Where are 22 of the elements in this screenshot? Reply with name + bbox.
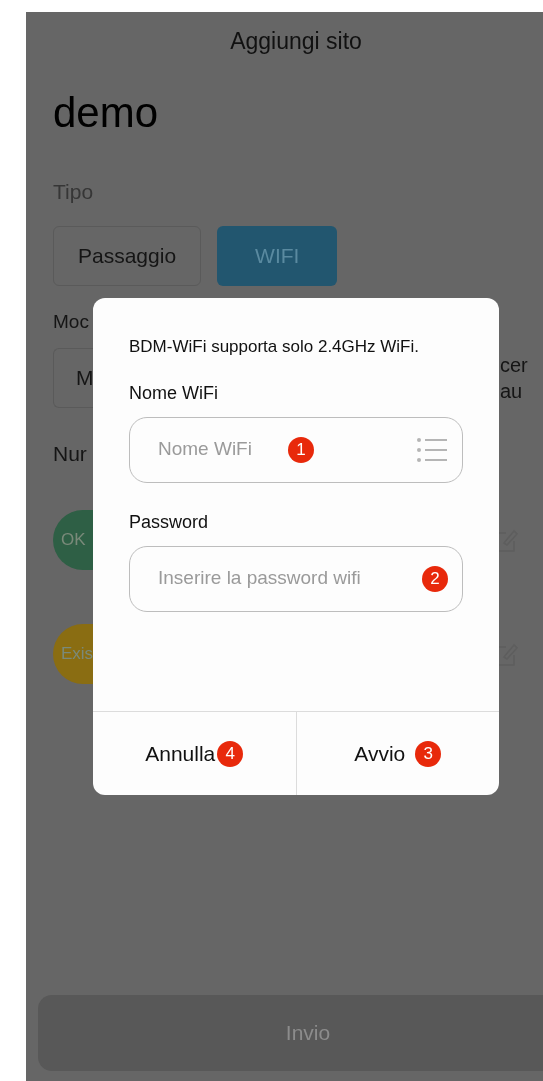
text-input[interactable]: Nome WiFi	[158, 435, 276, 464]
number-marker: 3	[415, 740, 442, 767]
option-text: cer	[500, 353, 528, 378]
status-badge: Exis	[53, 623, 93, 684]
option-text: au	[500, 379, 523, 404]
mode-label: Moc	[53, 310, 89, 332]
dialog-button[interactable]: Annulla 4	[93, 712, 297, 795]
number-marker: 1	[288, 436, 314, 463]
site-name: demo	[53, 89, 159, 136]
number-label: Nur	[53, 442, 87, 465]
field-label: Password	[129, 510, 210, 534]
input-field[interactable]: Inserire la password wifi 2	[129, 545, 463, 612]
type-option[interactable]: Passaggio	[53, 225, 202, 286]
number-marker: 4	[217, 740, 244, 767]
input-field[interactable]: Nome WiFi 1	[129, 416, 463, 483]
page-title: Aggiungi sito	[230, 26, 362, 56]
field-label: Nome WiFi	[129, 381, 219, 405]
dialog-button[interactable]: Avvio 3	[296, 712, 499, 795]
number-marker: 2	[422, 565, 448, 592]
status-badge: OK	[53, 509, 93, 570]
dialog-message: BDM-WiFi supporta solo 2.4GHz WiFi.	[129, 336, 420, 358]
text-input[interactable]: Inserire la password wifi	[158, 564, 410, 593]
